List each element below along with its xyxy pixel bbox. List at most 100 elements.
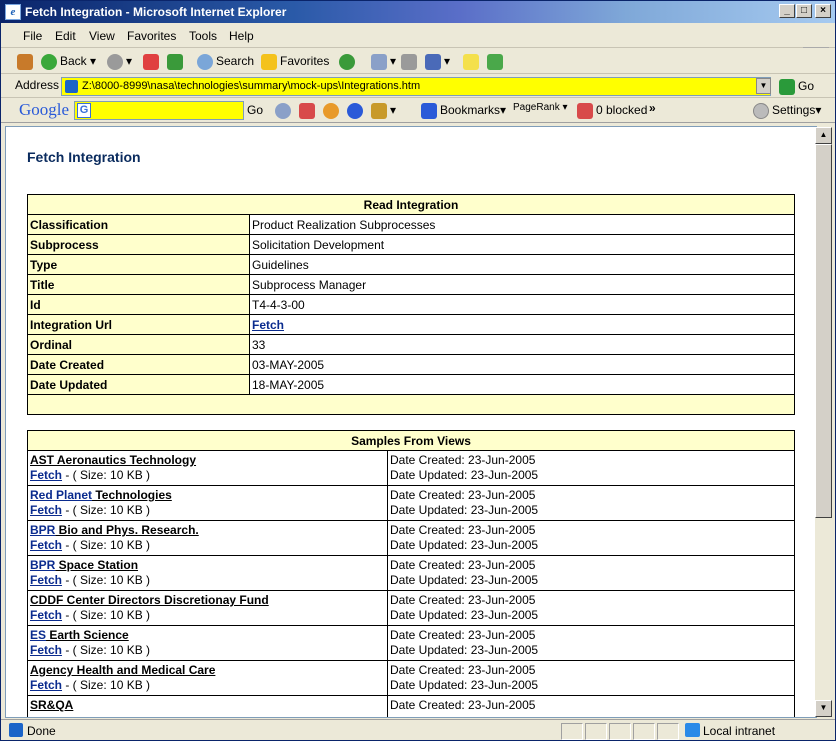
address-input[interactable]: Z:\8000-8999\nasa\technologies\summary\m… (61, 77, 771, 96)
settings-button[interactable]: Settings▾ (753, 101, 821, 119)
stop-icon[interactable] (143, 52, 162, 70)
sample-prefix-link[interactable]: Red Planet (30, 488, 92, 502)
images-icon[interactable] (323, 101, 342, 119)
page-icon (65, 80, 78, 93)
forward-button[interactable]: ▾ (107, 52, 132, 70)
read-row: Integration Url Fetch (27, 314, 795, 335)
sample-prefix-link[interactable]: BPR (30, 558, 55, 572)
sample-prefix-link[interactable]: ES (30, 628, 46, 642)
mail-icon[interactable]: ▾ (371, 52, 396, 70)
settings-icon (753, 102, 769, 119)
sample-name[interactable]: Bio and Phys. Research. (55, 523, 199, 537)
sample-fetch-line: Fetch - ( Size: 10 KB ) (30, 643, 385, 658)
refresh-icon[interactable] (167, 52, 186, 70)
web-icon[interactable] (347, 101, 366, 119)
google-go-button[interactable]: Go (247, 103, 263, 117)
favorites-button[interactable]: Favorites (261, 52, 329, 70)
menu-tools[interactable]: Tools (189, 29, 217, 43)
sample-dates-cell: Date Created: 23-Jun-2005 Date Updated: 2… (387, 485, 795, 521)
field-value: Product Realization Subprocesses (249, 214, 795, 235)
title-bar: e Fetch Integration - Microsoft Internet… (1, 1, 835, 23)
fetch-link[interactable]: Fetch (30, 538, 62, 552)
sample-fetch-line: Fetch - ( Size: 10 KB ) (30, 468, 385, 483)
sample-name[interactable]: SR&QA (30, 698, 73, 712)
fetch-link[interactable]: Fetch (30, 678, 62, 692)
scroll-up-button[interactable]: ▲ (815, 127, 832, 144)
menu-file[interactable]: File (23, 29, 42, 43)
bookmark-star-icon (421, 102, 437, 119)
menu-view[interactable]: View (89, 29, 115, 43)
sample-dates-cell: Date Created: 23-Jun-2005 Date Updated: 2… (387, 625, 795, 661)
integration-url-link[interactable]: Fetch (252, 318, 284, 332)
menu-favorites[interactable]: Favorites (127, 29, 176, 43)
minimize-button[interactable]: _ (779, 4, 795, 18)
maximize-button[interactable]: □ (796, 4, 812, 18)
date-updated: Date Updated: 23-Jun-2005 (390, 678, 539, 692)
menu-bar: File Edit View Favorites Tools Help (1, 23, 835, 67)
autofill-icon[interactable]: ▾ (371, 101, 396, 119)
sample-name[interactable]: CDDF Center Directors Discretionay Fund (30, 593, 269, 607)
news-icon[interactable] (299, 101, 318, 119)
sample-title: Agency Health and Medical Care (30, 663, 385, 678)
field-label: Subprocess (27, 234, 250, 255)
sample-title: BPR Bio and Phys. Research. (30, 523, 385, 538)
menu-edit[interactable]: Edit (55, 29, 76, 43)
google-toolbar: Google G Go ▾ Bookmarks▾ PageRank ▾ 0 bl… (1, 98, 835, 123)
sample-title: ES Earth Science (30, 628, 385, 643)
sample-cell: Red Planet Technologies Fetch - ( Size: 1… (27, 485, 388, 521)
history-icon[interactable] (339, 52, 358, 70)
vertical-scrollbar[interactable]: ▲ ▼ (815, 127, 832, 717)
read-row: Type Guidelines (27, 254, 795, 275)
favorites-label: Favorites (280, 54, 330, 68)
close-button[interactable]: × (815, 4, 831, 18)
field-value: 18-MAY-2005 (249, 374, 795, 395)
page-title: Fetch Integration (27, 149, 141, 165)
sample-name[interactable]: Space Station (55, 558, 138, 572)
sample-title: AST Aeronautics Technology (30, 453, 385, 468)
home-icon[interactable] (17, 52, 36, 70)
menu-help[interactable]: Help (229, 29, 254, 43)
fetch-link[interactable]: Fetch (30, 608, 62, 622)
forward-arrow-icon (107, 53, 123, 70)
popup-blocker-icon (577, 102, 593, 119)
sample-row: Red Planet Technologies Fetch - ( Size: 1… (27, 485, 795, 521)
more-chevron-icon[interactable]: » (649, 99, 656, 117)
google-search-input[interactable]: G (74, 101, 244, 120)
google-search-icon[interactable] (275, 101, 294, 119)
read-row: Title Subprocess Manager (27, 274, 795, 295)
sample-name[interactable]: AST Aeronautics Technology (30, 453, 196, 467)
field-label: Date Created (27, 354, 250, 375)
fetch-link[interactable]: Fetch (30, 468, 62, 482)
read-row: Ordinal 33 (27, 334, 795, 355)
discuss-icon[interactable] (463, 52, 482, 70)
date-updated: Date Updated: 23-Jun-2005 (390, 608, 539, 622)
pagerank-label: PageRank (513, 102, 560, 113)
fetch-link[interactable]: Fetch (30, 573, 62, 587)
sample-size: - ( Size: 10 KB ) (62, 573, 151, 587)
scroll-thumb[interactable] (815, 144, 832, 518)
sample-name[interactable]: Agency Health and Medical Care (30, 663, 215, 677)
go-button[interactable]: Go (779, 78, 814, 95)
messenger-icon[interactable] (487, 52, 506, 70)
address-dropdown-button[interactable]: ▼ (756, 78, 771, 94)
scroll-down-button[interactable]: ▼ (815, 700, 832, 717)
search-button[interactable]: Search (197, 52, 254, 70)
sample-name[interactable]: Earth Science (46, 628, 128, 642)
field-value: 03-MAY-2005 (249, 354, 795, 375)
back-button[interactable]: Back ▾ (41, 52, 96, 70)
print-icon[interactable] (401, 52, 420, 70)
sample-fetch-line: Fetch - ( Size: 10 KB ) (30, 538, 385, 553)
sample-name[interactable]: Technologies (92, 488, 171, 502)
fetch-link[interactable]: Fetch (30, 643, 62, 657)
pagerank-indicator[interactable]: PageRank ▾ (513, 99, 568, 117)
sample-prefix-link[interactable]: BPR (30, 523, 55, 537)
fetch-link[interactable]: Fetch (30, 503, 62, 517)
google-g-icon: G (77, 103, 91, 118)
bookmarks-button[interactable]: Bookmarks▾ (421, 101, 506, 119)
date-updated: Date Updated: 23-Jun-2005 (390, 643, 539, 657)
field-label: Classification (27, 214, 250, 235)
edit-icon[interactable]: ▾ (425, 52, 450, 70)
sample-size: - ( Size: 10 KB ) (62, 678, 151, 692)
popup-blocker-button[interactable]: 0 blocked (577, 101, 647, 119)
go-arrow-icon (779, 78, 795, 95)
